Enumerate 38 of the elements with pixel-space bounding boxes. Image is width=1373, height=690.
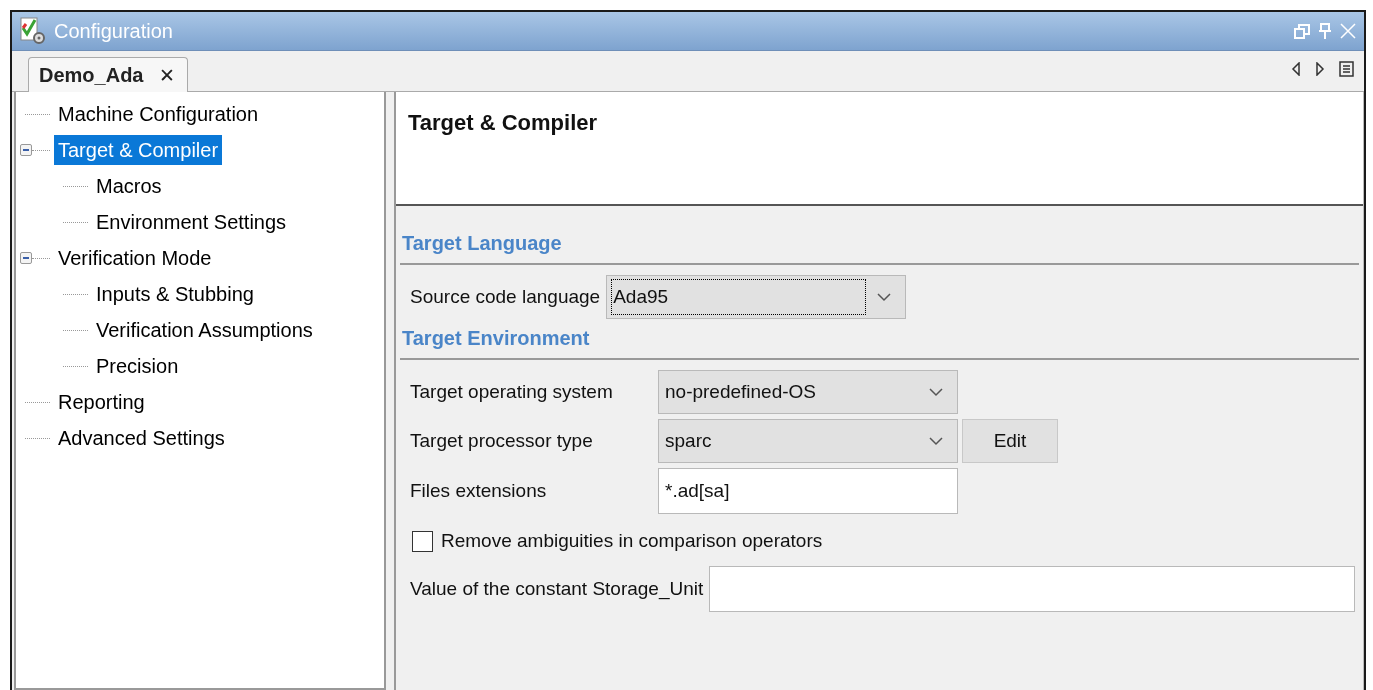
input-field[interactable]: *.ad[sa] [658,468,958,514]
caret-icon [929,387,943,397]
section-heading: Target Environment [400,327,1359,360]
panel-title: Target & Compiler [408,110,598,135]
field-label: Files extensions [409,480,548,502]
list-icon[interactable] [1339,61,1354,77]
collapse-icon[interactable] [20,252,32,264]
right-arrow-icon[interactable] [1315,62,1325,76]
tree-item[interactable]: Environment Settings [92,207,291,237]
dropdown[interactable]: no-predefined-OS [658,370,958,414]
field-label: Target operating system [409,381,614,403]
app-icon [20,17,46,45]
window-title: Configuration [54,19,174,43]
caret-icon [929,436,943,446]
tree-item[interactable]: Machine Configuration [54,99,263,129]
tree-item[interactable]: Inputs & Stubbing [92,279,258,309]
checkbox-label: Remove ambiguities in comparison operators [441,530,823,552]
tree-item[interactable]: Target & Compiler [54,135,223,165]
caret-icon [877,292,892,302]
tree-item[interactable]: Macros [92,171,166,201]
field-label: Value of the constant Storage_Unit [409,578,704,600]
left-arrow-icon[interactable] [1291,62,1301,76]
collapse-icon[interactable] [20,144,32,156]
checkbox[interactable] [412,530,433,552]
input-field[interactable] [709,566,1355,612]
field-label: Target processor type [409,430,594,452]
dropdown[interactable]: sparc [658,419,958,463]
field-label: Source code language [409,286,601,308]
dropdown[interactable]: Ada95 [606,275,907,319]
section-heading: Target Language [400,232,1359,265]
tree-item[interactable]: Verification Assumptions [92,315,317,345]
tree-item[interactable]: Precision [92,351,183,381]
close-tab-icon[interactable]: ✕ [159,63,176,87]
edit-button[interactable]: Edit [962,419,1058,463]
tree-item[interactable]: Reporting [54,387,149,417]
tree-item[interactable]: Advanced Settings [54,423,229,453]
tree-item[interactable]: Verification Mode [54,243,216,273]
document-tab[interactable]: Demo_Ada ✕ [28,57,189,92]
